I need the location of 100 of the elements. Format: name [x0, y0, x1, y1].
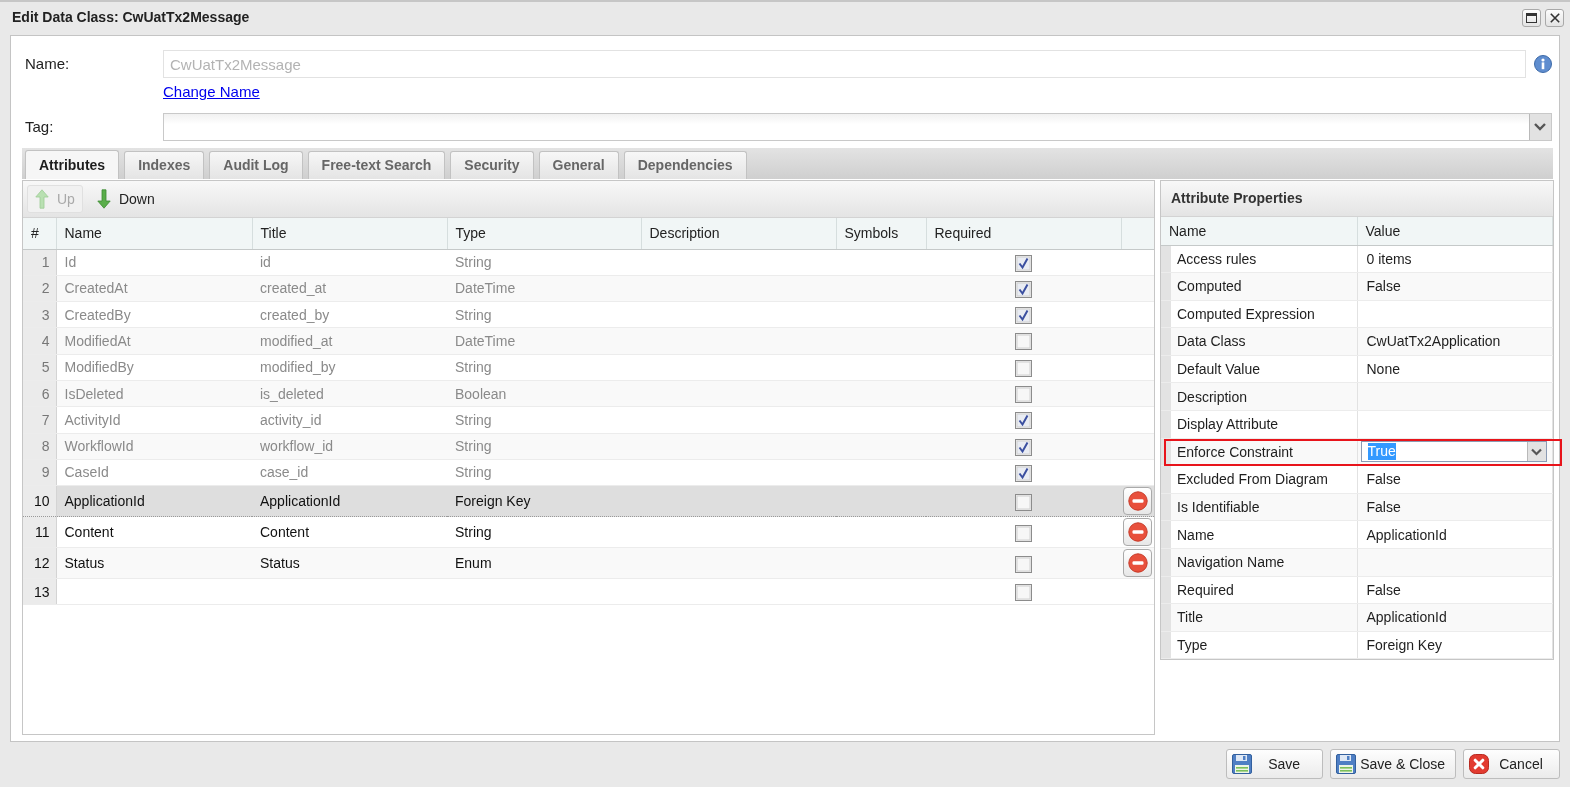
- row-number: 11: [23, 516, 56, 548]
- info-icon[interactable]: [1534, 55, 1552, 73]
- checkbox[interactable]: [1015, 584, 1032, 602]
- table-cell: String: [447, 459, 641, 486]
- property-name: Navigation Name: [1161, 548, 1357, 577]
- field-label: Tag:: [24, 117, 55, 137]
- table-row[interactable]: 10 ApplicationId ApplicationId Foreign Key: [23, 485, 1154, 517]
- property-row[interactable]: Computed False: [1161, 272, 1552, 301]
- table-cell: DateTime: [447, 275, 641, 302]
- table-cell: created_at: [252, 275, 447, 302]
- move-down-button[interactable]: Down: [88, 185, 163, 213]
- tab[interactable]: Free-text Search: [307, 151, 446, 179]
- table-cell: Status: [252, 547, 447, 579]
- table-cell: WorkflowId: [56, 433, 252, 460]
- column-header[interactable]: #: [23, 218, 56, 249]
- checkbox[interactable]: [1015, 555, 1032, 573]
- table-row[interactable]: 11 Content Content String: [23, 516, 1154, 548]
- column-header[interactable]: Name: [1161, 217, 1357, 245]
- save-button[interactable]: Save: [1226, 749, 1324, 779]
- property-value: ApplicationId: [1357, 603, 1552, 632]
- tab[interactable]: Dependencies: [623, 151, 747, 179]
- property-name: Default Value: [1161, 355, 1357, 383]
- window-title: Edit Data Class: CwUatTx2Message: [12, 8, 250, 27]
- checkbox[interactable]: [1015, 412, 1032, 430]
- checkbox[interactable]: [1015, 524, 1032, 542]
- table-cell: CaseId: [56, 459, 252, 486]
- close-button[interactable]: [1545, 8, 1564, 27]
- delete-button[interactable]: [1123, 487, 1152, 516]
- arrow-down-icon: [96, 189, 111, 209]
- property-row[interactable]: Title ApplicationId: [1161, 603, 1552, 632]
- property-row[interactable]: Default Value None: [1161, 355, 1552, 383]
- tab[interactable]: Audit Log: [209, 151, 303, 179]
- table-cell: ActivityId: [56, 406, 252, 434]
- delete-button[interactable]: [1123, 549, 1152, 578]
- table-row[interactable]: 3 CreatedBy created_by String: [23, 301, 1154, 328]
- column-header[interactable]: Description: [641, 218, 836, 249]
- delete-button[interactable]: [1123, 518, 1152, 547]
- property-row[interactable]: Type Foreign Key: [1161, 631, 1552, 659]
- property-name: Data Class: [1161, 327, 1357, 356]
- save-close-button[interactable]: Save & Close: [1330, 749, 1456, 779]
- column-header[interactable]: Name: [56, 218, 252, 249]
- table-cell: Boolean: [447, 380, 641, 407]
- column-header[interactable]: Required: [926, 218, 1121, 249]
- table-row[interactable]: 7 ActivityId activity_id String: [23, 406, 1154, 434]
- table-row[interactable]: 9 CaseId case_id String: [23, 459, 1154, 486]
- minus-circle-icon: [1127, 522, 1148, 543]
- property-row[interactable]: Is Identifiable False: [1161, 493, 1552, 521]
- table-row[interactable]: 5 ModifiedBy modified_by String: [23, 354, 1154, 381]
- property-row[interactable]: Name ApplicationId: [1161, 520, 1552, 549]
- tab[interactable]: Indexes: [124, 151, 205, 179]
- row-number: 3: [23, 301, 56, 328]
- table-cell: String: [447, 354, 641, 381]
- tab[interactable]: General: [538, 151, 619, 179]
- checkbox[interactable]: [1015, 464, 1032, 482]
- checkbox[interactable]: [1015, 438, 1032, 456]
- column-header[interactable]: Type: [447, 218, 641, 249]
- checkbox[interactable]: [1015, 280, 1032, 298]
- column-header[interactable]: Symbols: [836, 218, 926, 249]
- table-row[interactable]: 12 Status Status Enum: [23, 547, 1154, 579]
- minus-circle-icon: [1127, 491, 1148, 512]
- property-value: Foreign Key: [1357, 631, 1552, 659]
- table-cell: modified_at: [252, 327, 447, 355]
- tab[interactable]: Attributes: [25, 150, 120, 179]
- table-row[interactable]: 8 WorkflowId workflow_id String: [23, 433, 1154, 460]
- property-row[interactable]: Excluded From Diagram False: [1161, 465, 1552, 494]
- property-row[interactable]: Required False: [1161, 576, 1552, 604]
- tab[interactable]: Security: [450, 151, 534, 179]
- checkbox[interactable]: [1015, 254, 1032, 272]
- table-row[interactable]: 1 Id id String: [23, 249, 1154, 276]
- checkbox[interactable]: [1015, 307, 1032, 325]
- chevron-down-icon[interactable]: [1529, 114, 1551, 140]
- checkbox[interactable]: [1015, 493, 1032, 511]
- property-name: Description: [1161, 382, 1357, 411]
- column-header[interactable]: Title: [252, 218, 447, 249]
- row-number: 12: [23, 547, 56, 579]
- table-cell: IsDeleted: [56, 380, 252, 407]
- property-row[interactable]: Description: [1161, 382, 1552, 411]
- property-row[interactable]: Data Class CwUatTx2Application: [1161, 327, 1552, 356]
- property-row[interactable]: Computed Expression: [1161, 300, 1552, 328]
- table-row[interactable]: 4 ModifiedAt modified_at DateTime: [23, 327, 1154, 355]
- table-cell: CreatedAt: [56, 275, 252, 302]
- property-row[interactable]: Navigation Name: [1161, 548, 1552, 577]
- change-name-link[interactable]: Change Name: [163, 83, 260, 101]
- chevron-down-icon[interactable]: [1526, 442, 1546, 462]
- checkbox[interactable]: [1015, 333, 1032, 351]
- table-row[interactable]: 2 CreatedAt created_at DateTime: [23, 275, 1154, 302]
- cancel-button[interactable]: Cancel: [1463, 749, 1560, 779]
- checkbox[interactable]: [1015, 386, 1032, 404]
- table-row[interactable]: 13: [23, 578, 1154, 605]
- property-row[interactable]: Display Attribute: [1161, 410, 1552, 439]
- minus-circle-icon: [1127, 553, 1148, 574]
- row-number: 9: [23, 459, 56, 486]
- property-value: False: [1357, 493, 1552, 521]
- maximize-button[interactable]: [1522, 8, 1541, 27]
- tag-field[interactable]: [163, 113, 1552, 141]
- table-cell: Id: [56, 249, 252, 276]
- column-header[interactable]: Value: [1357, 217, 1552, 245]
- property-row[interactable]: Access rules 0 items: [1161, 245, 1552, 273]
- checkbox[interactable]: [1015, 359, 1032, 377]
- table-row[interactable]: 6 IsDeleted is_deleted Boolean: [23, 380, 1154, 407]
